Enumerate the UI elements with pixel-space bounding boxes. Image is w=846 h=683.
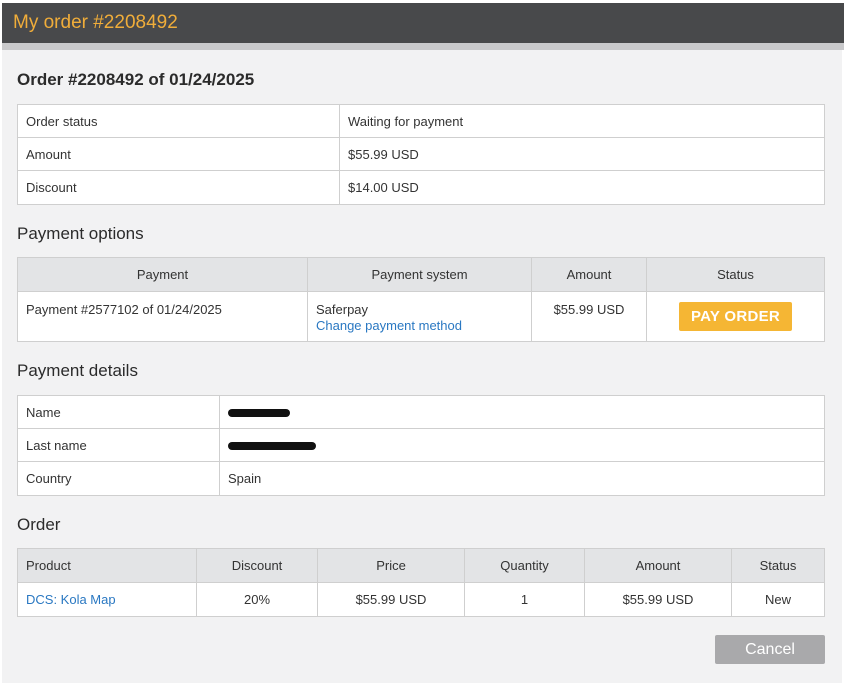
payment-options-table: Payment Payment system Amount Status Pay…	[17, 257, 825, 342]
detail-label: Country	[17, 461, 220, 496]
column-header: Amount	[531, 257, 647, 292]
status-cell: New	[731, 582, 825, 617]
pay-order-button[interactable]: PAY ORDER	[678, 302, 793, 331]
summary-label: Discount	[17, 170, 340, 205]
column-header: Product	[17, 548, 197, 583]
detail-value: Spain	[219, 461, 825, 496]
cancel-button[interactable]: Cancel	[715, 635, 825, 664]
window-titlebar: My order #2208492	[2, 3, 844, 43]
column-header: Payment system	[307, 257, 532, 292]
table-row: Payment #2577102 of 01/24/2025 Saferpay …	[17, 291, 825, 342]
table-header-row: Payment Payment system Amount Status	[17, 257, 825, 292]
detail-value-name	[219, 395, 825, 429]
column-header: Amount	[584, 548, 732, 583]
detail-label: Name	[17, 395, 220, 429]
payment-amount: $55.99 USD	[531, 291, 647, 342]
column-header: Discount	[196, 548, 318, 583]
summary-value: $14.00 USD	[339, 170, 825, 205]
price-cell: $55.99 USD	[317, 582, 465, 617]
quantity-cell: 1	[464, 582, 585, 617]
table-header-row: Product Discount Price Quantity Amount S…	[17, 548, 825, 583]
redacted-value	[228, 409, 290, 418]
payment-options-heading: Payment options	[17, 224, 144, 243]
table-row: Amount $55.99 USD	[17, 137, 825, 171]
column-header: Status	[731, 548, 825, 583]
payment-status-cell: PAY ORDER	[646, 291, 825, 342]
order-items-table: Product Discount Price Quantity Amount S…	[17, 548, 825, 617]
summary-label: Amount	[17, 137, 340, 171]
column-header: Price	[317, 548, 465, 583]
summary-value: Waiting for payment	[339, 104, 825, 138]
payment-id: Payment #2577102 of 01/24/2025	[17, 291, 308, 342]
discount-cell: 20%	[196, 582, 318, 617]
payment-system-name: Saferpay	[316, 302, 369, 317]
table-row: Name	[17, 395, 825, 429]
column-header: Quantity	[464, 548, 585, 583]
detail-label: Last name	[17, 428, 220, 462]
table-row: Last name	[17, 428, 825, 462]
summary-label: Order status	[17, 104, 340, 138]
amount-cell: $55.99 USD	[584, 582, 732, 617]
redacted-value	[228, 442, 316, 451]
table-row: Discount $14.00 USD	[17, 170, 825, 205]
table-row: DCS: Kola Map 20% $55.99 USD 1 $55.99 US…	[17, 582, 825, 617]
order-summary-table: Order status Waiting for payment Amount …	[17, 104, 825, 205]
column-header: Status	[646, 257, 825, 292]
product-link[interactable]: DCS: Kola Map	[17, 582, 197, 617]
payment-details-table: Name Last name Country Spain	[17, 395, 825, 496]
window-title: My order #2208492	[13, 12, 178, 33]
detail-value-last-name	[219, 428, 825, 462]
change-payment-method-link[interactable]: Change payment method	[316, 318, 523, 333]
payment-details-heading: Payment details	[17, 361, 138, 380]
column-header: Payment	[17, 257, 308, 292]
summary-value: $55.99 USD	[339, 137, 825, 171]
table-row: Country Spain	[17, 461, 825, 496]
order-items-heading: Order	[17, 515, 61, 534]
order-heading: Order #2208492 of 01/24/2025	[17, 70, 255, 89]
table-row: Order status Waiting for payment	[17, 104, 825, 138]
titlebar-divider	[2, 43, 844, 50]
payment-system-cell: Saferpay Change payment method	[307, 291, 532, 342]
